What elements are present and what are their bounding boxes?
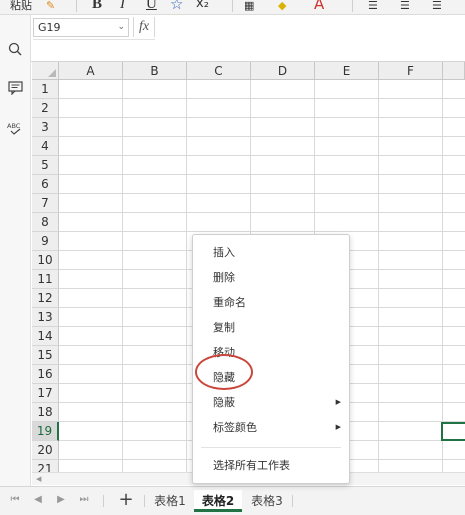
row-header[interactable]: 7: [32, 194, 59, 213]
star-icon[interactable]: ☆: [170, 0, 183, 13]
sheet-tab-1[interactable]: 表格1: [148, 490, 192, 512]
menu-item-delete[interactable]: 删除: [193, 265, 349, 290]
chevron-right-icon: ▶: [335, 398, 341, 406]
chevron-right-icon: ▶: [335, 423, 341, 431]
row-header[interactable]: 11: [32, 270, 59, 289]
first-sheet-icon[interactable]: ⏮: [8, 493, 22, 507]
align-left-icon[interactable]: ☰: [368, 0, 378, 15]
sheet-tab-2[interactable]: 表格2: [194, 490, 242, 512]
scroll-left-icon[interactable]: ◀: [36, 475, 44, 483]
row-header[interactable]: 16: [32, 365, 59, 384]
column-header-b[interactable]: B: [123, 62, 187, 80]
last-sheet-icon[interactable]: ⏭: [77, 493, 91, 507]
row-header[interactable]: 12: [32, 289, 59, 308]
row-header[interactable]: 5: [32, 156, 59, 175]
formula-divider: [33, 39, 155, 58]
row-header[interactable]: 1: [32, 80, 59, 99]
name-box-value: G19: [38, 21, 61, 34]
italic-button[interactable]: I: [120, 0, 125, 13]
paste-button[interactable]: 粘贴: [10, 0, 32, 15]
menu-item-move[interactable]: 移动: [193, 340, 349, 365]
bold-button[interactable]: B: [92, 0, 102, 13]
row-header[interactable]: 4: [32, 137, 59, 156]
row-header-active[interactable]: 19: [32, 422, 59, 441]
prev-sheet-icon[interactable]: ◀: [31, 493, 45, 507]
fill-color-icon[interactable]: ◆: [278, 0, 286, 15]
select-all-corner[interactable]: [32, 62, 59, 80]
menu-item-tab-color[interactable]: 标签颜色 ▶: [193, 415, 349, 440]
row-header[interactable]: 17: [32, 384, 59, 403]
align-right-icon[interactable]: ☰: [432, 0, 442, 15]
row-header[interactable]: 2: [32, 99, 59, 118]
format-painter-icon[interactable]: ✎: [46, 0, 55, 15]
subscript-icon[interactable]: x₂: [196, 0, 209, 13]
menu-item-insert[interactable]: 插入: [193, 240, 349, 265]
row-header[interactable]: 9: [32, 232, 59, 251]
row-header[interactable]: 15: [32, 346, 59, 365]
name-box[interactable]: G19 ⌄: [33, 18, 129, 37]
row-header[interactable]: 6: [32, 175, 59, 194]
column-header-e[interactable]: E: [315, 62, 379, 80]
menu-item-copy[interactable]: 复制: [193, 315, 349, 340]
formula-input[interactable]: [157, 18, 465, 37]
sheet-tab-bar: ⏮ ◀ ▶ ⏭ + 表格1 表格2 表格3: [0, 486, 465, 515]
selected-cell[interactable]: [441, 422, 465, 441]
row-header[interactable]: 18: [32, 403, 59, 422]
row-header[interactable]: 20: [32, 441, 59, 460]
menu-item-unhide[interactable]: 隐蔽 ▶: [193, 390, 349, 415]
row-header[interactable]: 10: [32, 251, 59, 270]
add-sheet-button[interactable]: +: [116, 490, 136, 510]
ribbon-toolbar: 粘贴 ✎ B I U ☆ x₂ ▦ ◆ A ☰ ☰ ☰: [0, 0, 465, 15]
comment-icon[interactable]: [5, 78, 25, 98]
chevron-down-icon[interactable]: ⌄: [117, 19, 125, 36]
menu-item-select-all-sheets[interactable]: 选择所有工作表: [193, 453, 349, 478]
align-center-icon[interactable]: ☰: [400, 0, 410, 15]
menu-item-rename[interactable]: 重命名: [193, 290, 349, 315]
column-header-c[interactable]: C: [187, 62, 251, 80]
insert-function-button[interactable]: fx: [133, 17, 155, 37]
font-color-button[interactable]: A: [314, 0, 324, 13]
next-sheet-icon[interactable]: ▶: [54, 493, 68, 507]
menu-divider: [201, 447, 341, 448]
formula-area: G19 ⌄ fx: [31, 15, 465, 62]
column-header-f[interactable]: F: [379, 62, 443, 80]
svg-text:ABC: ABC: [7, 122, 21, 130]
underline-button[interactable]: U: [146, 0, 157, 13]
menu-item-hide[interactable]: 隐藏: [193, 365, 349, 390]
row-header[interactable]: 8: [32, 213, 59, 232]
sheet-context-menu: 插入 删除 重命名 复制 移动 隐藏 隐蔽 ▶ 标签颜色 ▶ 选择所有工作表: [192, 234, 350, 484]
search-icon[interactable]: [5, 39, 25, 59]
spell-check-icon[interactable]: ABC: [5, 118, 25, 138]
border-icon[interactable]: ▦: [244, 0, 254, 15]
row-header[interactable]: 13: [32, 308, 59, 327]
row-header[interactable]: 14: [32, 327, 59, 346]
column-header-d[interactable]: D: [251, 62, 315, 80]
column-header-a[interactable]: A: [59, 62, 123, 80]
row-header[interactable]: 21: [32, 460, 59, 472]
side-panel: ABC: [0, 15, 31, 486]
row-header[interactable]: 3: [32, 118, 59, 137]
column-header-g[interactable]: [443, 62, 465, 80]
sheet-tab-3[interactable]: 表格3: [244, 490, 290, 512]
